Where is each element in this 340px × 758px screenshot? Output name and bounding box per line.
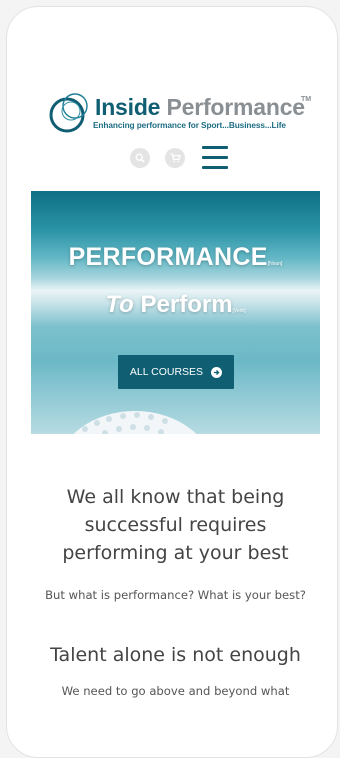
hero-banner: PERFORMANCE[Noun] To Perform[Verb] ALL C…	[31, 191, 320, 434]
golf-ball-image	[73, 411, 197, 434]
logo-tagline: Enhancing performance for Sport...Busine…	[93, 120, 286, 130]
intro-heading: We all know that being successful requir…	[62, 486, 289, 564]
menu-icon[interactable]	[202, 146, 228, 170]
talent-heading: Talent alone is not enough	[50, 644, 301, 666]
hero-line-2: To Perform[Verb]	[105, 291, 246, 318]
phone-frame: Inside Performance TM Enhancing performa…	[6, 6, 338, 758]
cart-button[interactable]	[165, 148, 185, 168]
intro-paragraph: But what is performance? What is your be…	[45, 588, 306, 602]
hero-line-1: PERFORMANCE[Noun]	[68, 243, 283, 271]
logo-rings-icon	[49, 93, 88, 133]
cart-icon	[170, 153, 181, 163]
logo-title: Inside Performance	[95, 95, 305, 119]
all-courses-label: ALL COURSES	[129, 366, 204, 378]
all-courses-button[interactable]: ALL COURSES	[118, 355, 234, 389]
logo-name-inside: Inside	[95, 94, 161, 120]
search-button[interactable]	[130, 148, 150, 168]
arrow-circle-icon	[211, 366, 223, 378]
talent-paragraph: We need to go above and beyond what	[61, 684, 290, 698]
site-logo[interactable]: Inside Performance TM Enhancing performa…	[47, 91, 313, 137]
trademark-mark: TM	[301, 96, 312, 103]
search-icon	[135, 153, 145, 163]
logo-name-performance: Performance	[166, 94, 305, 120]
